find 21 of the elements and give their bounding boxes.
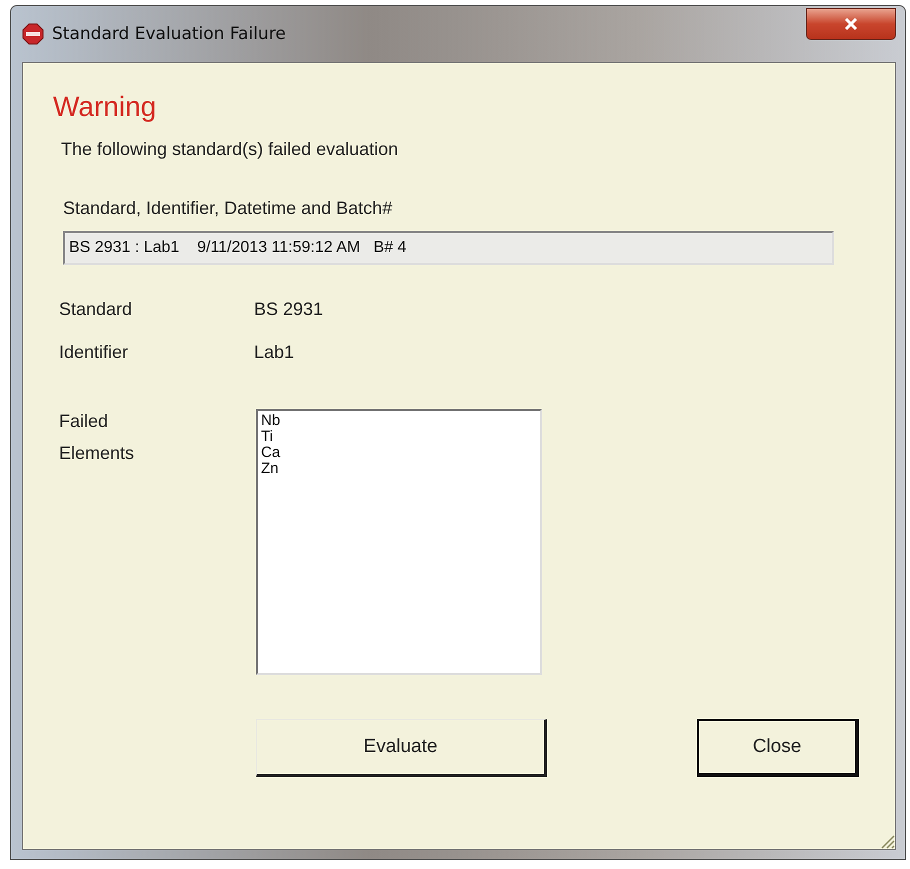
list-label: Standard, Identifier, Datetime and Batch#	[63, 198, 394, 219]
list-item[interactable]: Ti	[261, 429, 537, 445]
evaluate-button[interactable]: Evaluate	[256, 719, 547, 777]
list-item[interactable]: Zn	[261, 461, 537, 477]
field-label: Identifier	[59, 342, 130, 363]
field-value: Lab1	[254, 342, 296, 363]
field-label: Failed Elements	[59, 410, 136, 465]
failed-elements-list[interactable]: Nb Ti Ca Zn	[256, 409, 542, 675]
stop-sign-icon	[22, 23, 44, 45]
warning-heading: Warning	[53, 91, 158, 123]
list-item[interactable]: Ca	[261, 445, 537, 461]
field-value: BS 2931	[254, 299, 324, 320]
list-item[interactable]: Nb	[261, 413, 537, 429]
message-text: The following standard(s) failed evaluation	[61, 139, 400, 160]
standards-list[interactable]: BS 2931 : Lab1 9/11/2013 11:59:12 AM B# 4	[63, 231, 834, 265]
close-button[interactable]	[806, 8, 896, 40]
list-item[interactable]: BS 2931 : Lab1 9/11/2013 11:59:12 AM B# 4	[69, 239, 406, 257]
close-button[interactable]: Close	[697, 719, 859, 777]
window-title: Standard Evaluation Failure	[52, 24, 286, 44]
field-label: Standard	[59, 299, 134, 320]
close-icon	[844, 18, 858, 30]
